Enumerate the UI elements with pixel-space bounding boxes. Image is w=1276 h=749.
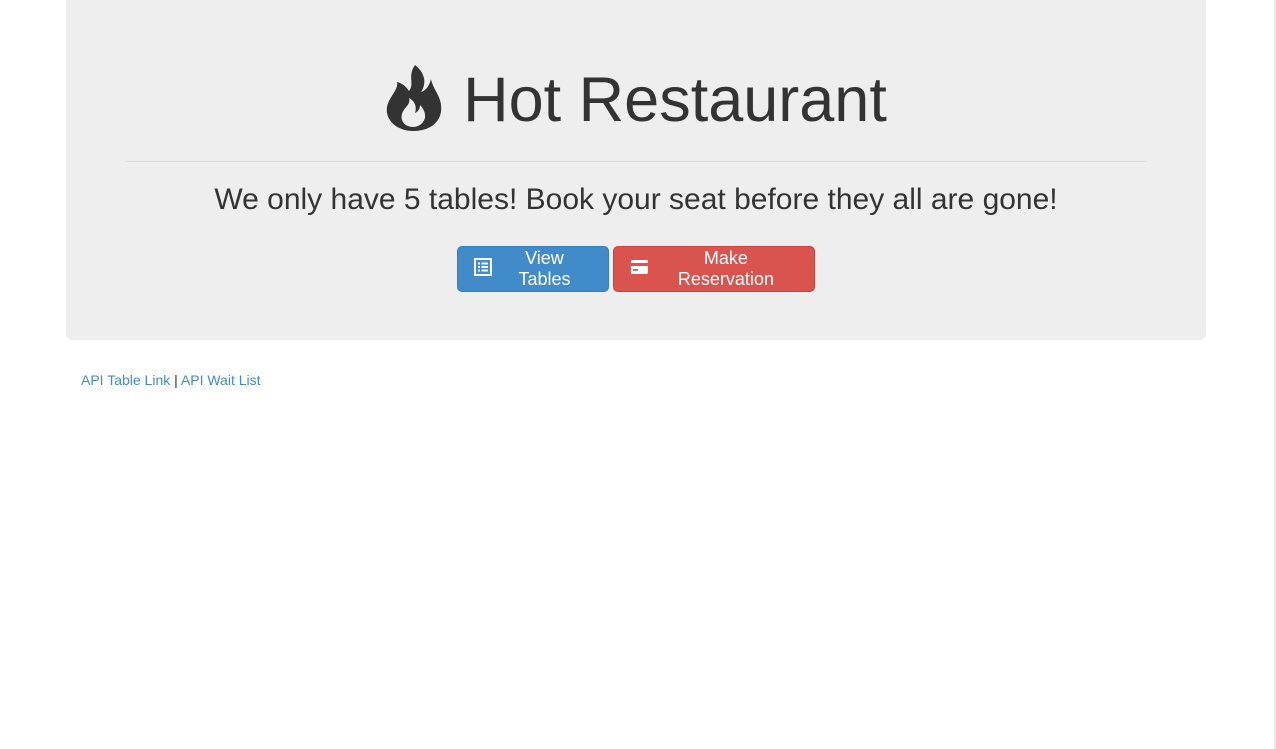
make-reservation-label: Make Reservation bbox=[677, 248, 774, 289]
api-wait-list-link[interactable]: API Wait List bbox=[181, 372, 261, 388]
page-title: Hot Restaurant bbox=[463, 65, 887, 135]
view-tables-label: View Tables bbox=[518, 248, 571, 289]
tagline: We only have 5 tables! Book your seat be… bbox=[214, 183, 1058, 216]
title-row: Hot Restaurant bbox=[66, 62, 1206, 138]
jumbotron: Hot Restaurant We only have 5 tables! Bo… bbox=[66, 0, 1206, 340]
api-table-link[interactable]: API Table Link bbox=[81, 372, 170, 388]
action-buttons: View Tables Make Reservation bbox=[66, 246, 1206, 292]
link-separator: | bbox=[174, 372, 178, 388]
list-alt-icon bbox=[474, 258, 492, 276]
make-reservation-button[interactable]: Make Reservation bbox=[613, 246, 815, 292]
divider bbox=[126, 161, 1146, 162]
page-container: Hot Restaurant We only have 5 tables! Bo… bbox=[66, 0, 1206, 388]
view-tables-button[interactable]: View Tables bbox=[457, 246, 609, 292]
fire-icon bbox=[386, 65, 442, 131]
api-links: API Table Link | API Wait List bbox=[81, 371, 261, 389]
credit-card-icon bbox=[630, 260, 648, 274]
